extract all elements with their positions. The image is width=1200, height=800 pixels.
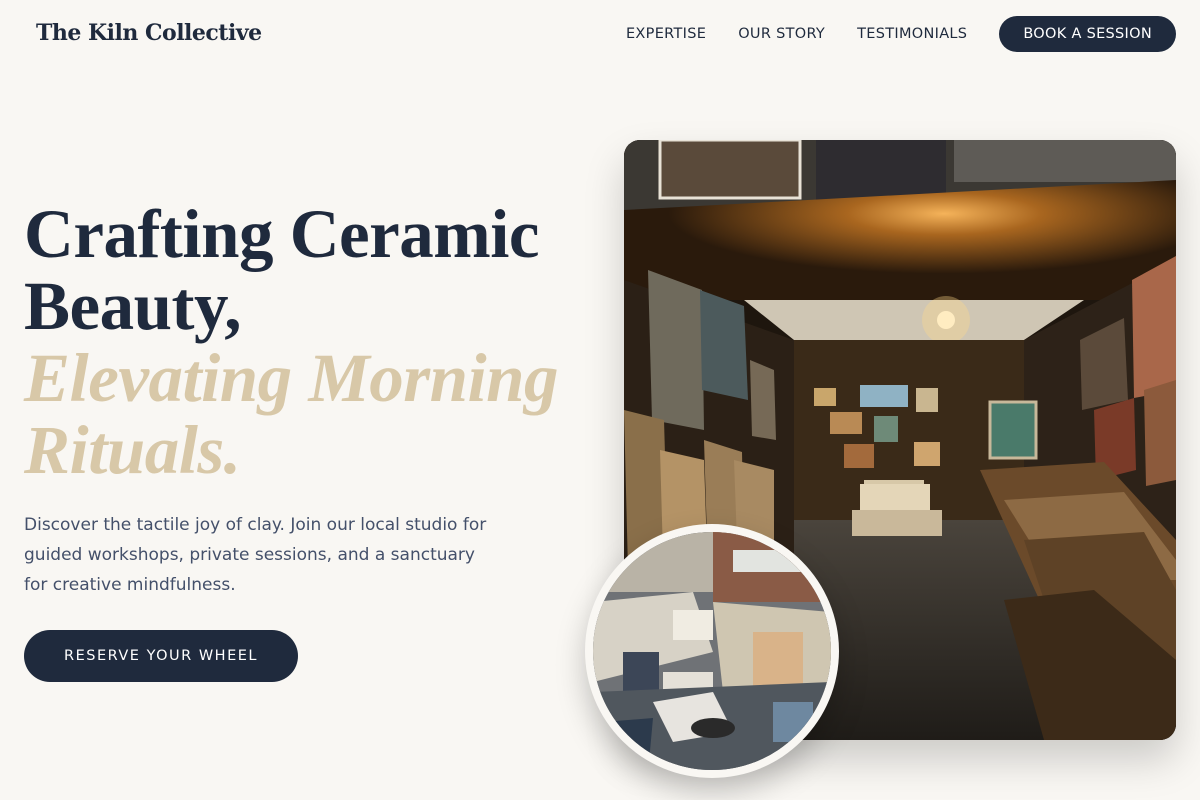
inset-image [593,532,831,770]
nav-link-expertise[interactable]: EXPERTISE [626,26,706,42]
hero-headline: Crafting Ceramic Beauty, Elevating Morni… [24,196,559,488]
studio-inset-photo [585,524,839,778]
landing-page: The Kiln Collective EXPERTISE OUR STORY … [0,0,1200,800]
main-nav: EXPERTISE OUR STORY TESTIMONIALS BOOK A … [594,16,1176,52]
headline-line-1: Crafting Ceramic [24,196,540,272]
site-header: The Kiln Collective EXPERTISE OUR STORY … [0,0,1200,68]
nav-link-our-story[interactable]: OUR STORY [738,26,825,42]
hero-description: Discover the tactile joy of clay. Join o… [24,515,487,595]
brand-logo[interactable]: The Kiln Collective [36,20,262,46]
headline-line-2: Beauty, [24,268,241,344]
nav-link-testimonials[interactable]: TESTIMONIALS [857,26,967,42]
book-session-button[interactable]: BOOK A SESSION [999,16,1176,52]
headline-accent-line-1: Elevating Morning [24,340,559,416]
reserve-wheel-button[interactable]: RESERVE YOUR WHEEL [24,630,298,682]
headline-accent-line-2: Rituals. [24,412,241,488]
